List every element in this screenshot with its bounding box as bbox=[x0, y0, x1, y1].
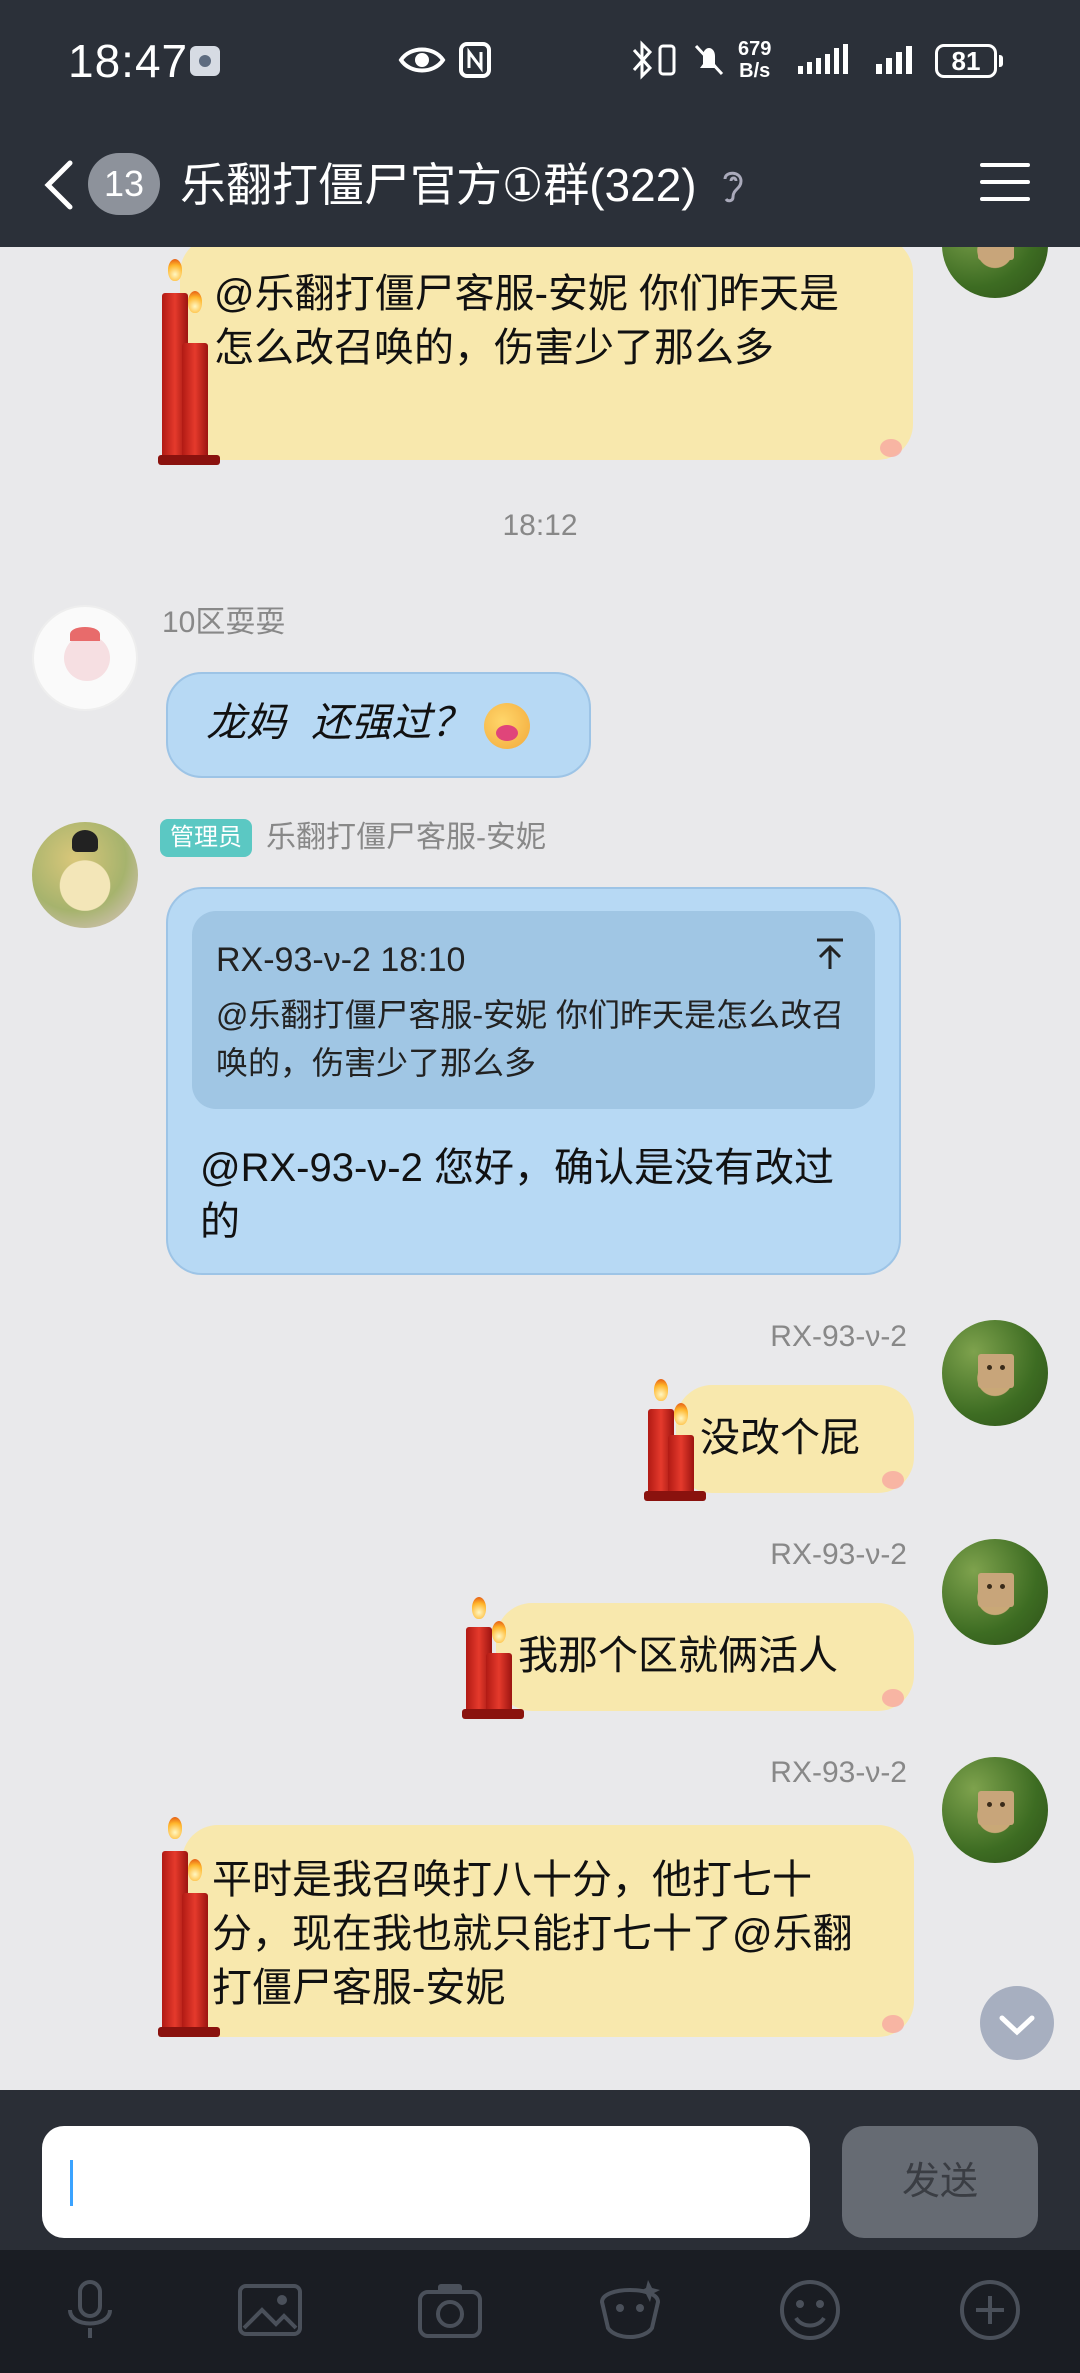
sender-name: 乐翻打僵尸客服-安妮 bbox=[266, 821, 546, 854]
avatar[interactable] bbox=[32, 605, 138, 711]
candle-decoration bbox=[462, 1597, 532, 1719]
message-text: 龙妈 还强过？ bbox=[206, 700, 472, 746]
battery-icon: 81 bbox=[935, 44, 1003, 78]
message-text: @乐翻打僵尸客服-安妮 你们昨天是怎么改召唤的，伤害少了那么多 bbox=[214, 272, 840, 370]
bubble-decoration bbox=[882, 1689, 904, 1707]
message-bubble[interactable]: RX-93-ν-2 18:10 @乐翻打僵尸客服-安妮 你们昨天是怎么改召唤的，… bbox=[166, 887, 901, 1275]
text-caret bbox=[70, 2160, 73, 2206]
avatar[interactable] bbox=[942, 247, 1048, 298]
mute-bell-icon bbox=[694, 44, 724, 76]
message-bubble[interactable]: @乐翻打僵尸客服-安妮 你们昨天是怎么改召唤的，伤害少了那么多 bbox=[180, 247, 913, 460]
microphone-icon[interactable] bbox=[52, 2272, 128, 2348]
admin-badge: 管理员 bbox=[160, 819, 252, 857]
candle-decoration bbox=[644, 1379, 714, 1501]
avatar[interactable] bbox=[942, 1320, 1048, 1426]
message-list[interactable]: @乐翻打僵尸客服-安妮 你们昨天是怎么改召唤的，伤害少了那么多 18:12 10… bbox=[0, 247, 1080, 2090]
bubble-decoration bbox=[882, 2015, 904, 2033]
quoted-message[interactable]: RX-93-ν-2 18:10 @乐翻打僵尸客服-安妮 你们昨天是怎么改召唤的，… bbox=[192, 911, 875, 1109]
chevron-down-icon bbox=[999, 2015, 1035, 2036]
message-text: @RX-93-ν-2 您好，确认是没有改过的 bbox=[200, 1146, 834, 1244]
vibrate-icon bbox=[658, 44, 676, 76]
group-title[interactable]: 乐翻打僵尸官方①群(322) bbox=[180, 153, 697, 217]
plus-icon[interactable] bbox=[952, 2272, 1028, 2348]
input-toolbar bbox=[0, 2250, 1080, 2373]
image-icon[interactable] bbox=[232, 2272, 308, 2348]
bluetooth-icon bbox=[632, 40, 653, 80]
message-text: 没改个屁 bbox=[700, 1416, 860, 1460]
net-speed: 679 B/s bbox=[738, 38, 772, 82]
message-timestamp: 18:12 bbox=[502, 509, 578, 542]
avatar[interactable] bbox=[942, 1539, 1048, 1645]
avatar[interactable] bbox=[942, 1757, 1048, 1863]
hamburger-menu-icon[interactable] bbox=[980, 163, 1030, 207]
chevron-left-icon[interactable] bbox=[40, 157, 80, 213]
app-notification-icon bbox=[190, 46, 220, 76]
candle-decoration bbox=[158, 259, 228, 465]
candle-decoration bbox=[158, 1817, 228, 2037]
eye-icon bbox=[398, 47, 446, 73]
status-time: 18:47 bbox=[68, 35, 189, 87]
signal-icon bbox=[798, 44, 848, 74]
sender-name: RX-93-ν-2 bbox=[770, 1320, 907, 1353]
sticker-icon[interactable] bbox=[592, 2272, 668, 2348]
signal-icon bbox=[876, 46, 912, 74]
message-bubble[interactable]: 我那个区就俩活人 bbox=[496, 1603, 914, 1711]
quote-text: @乐翻打僵尸客服-安妮 你们昨天是怎么改召唤的，伤害少了那么多 bbox=[216, 997, 845, 1081]
message-text: 我那个区就俩活人 bbox=[518, 1634, 838, 1678]
status-bar: 18:47 679 B/s 81 bbox=[0, 0, 1080, 125]
message-bubble[interactable]: 龙妈 还强过？ bbox=[166, 672, 591, 778]
emoji-icon[interactable] bbox=[772, 2272, 848, 2348]
sender-name: RX-93-ν-2 bbox=[770, 1538, 907, 1571]
unread-count-badge[interactable]: 13 bbox=[88, 153, 160, 215]
quote-header: RX-93-ν-2 18:10 bbox=[216, 941, 466, 979]
scroll-to-bottom-button[interactable] bbox=[980, 1986, 1054, 2060]
send-button[interactable]: 发送 bbox=[842, 2126, 1038, 2238]
bubble-decoration bbox=[882, 1471, 904, 1489]
bubble-decoration bbox=[880, 439, 902, 457]
message-input[interactable] bbox=[42, 2126, 810, 2238]
jump-to-original-icon[interactable] bbox=[815, 937, 845, 971]
ear-icon[interactable] bbox=[716, 165, 750, 205]
nfc-icon bbox=[459, 42, 491, 78]
sender-name: 10区耍耍 bbox=[162, 606, 286, 639]
message-text: 平时是我召唤打八十分，他打七十分，现在我也就只能打七十了@乐翻打僵尸客服-安妮 bbox=[212, 1858, 853, 2010]
avatar[interactable] bbox=[32, 822, 138, 928]
input-bar: 发送 bbox=[0, 2090, 1080, 2250]
camera-icon[interactable] bbox=[412, 2272, 488, 2348]
message-bubble[interactable]: 平时是我召唤打八十分，他打七十分，现在我也就只能打七十了@乐翻打僵尸客服-安妮 bbox=[182, 1825, 914, 2037]
emoji-icon bbox=[484, 703, 531, 749]
sender-name: RX-93-ν-2 bbox=[770, 1756, 907, 1789]
chat-header: 13 乐翻打僵尸官方①群(322) bbox=[0, 125, 1080, 247]
